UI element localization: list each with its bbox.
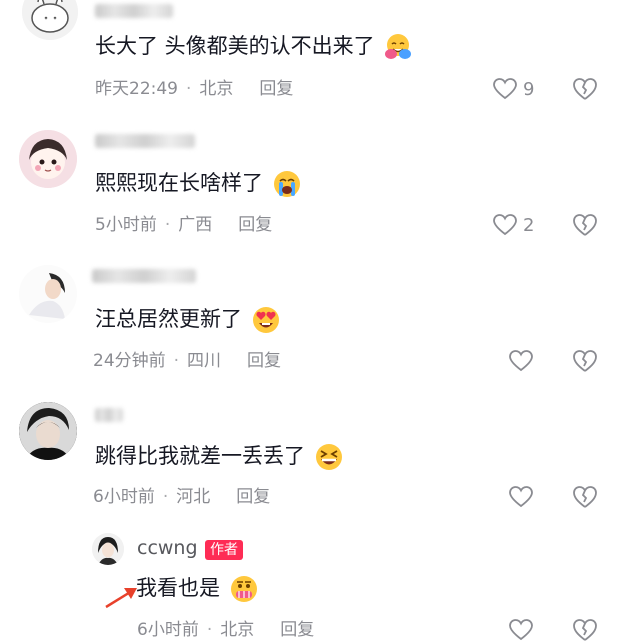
- broken-heart-icon[interactable]: [572, 77, 598, 101]
- heart-icon: [509, 619, 533, 641]
- grinning-squinting-face-emoji: [315, 444, 342, 470]
- author-reply: ccwng 作者 我看也是 6小时前 · 北京 回复: [0, 525, 627, 642]
- comment-item: 汪总居然更新了 24分钟前 · 四川 回复: [0, 255, 627, 390]
- separator-dot: ·: [173, 351, 180, 371]
- comment-time: 24分钟前: [93, 351, 166, 371]
- reply-button[interactable]: 回复: [236, 487, 270, 507]
- comment-location: 广西: [178, 215, 213, 235]
- loudly-crying-face-emoji: [273, 171, 300, 197]
- reply-button[interactable]: 回复: [280, 620, 314, 640]
- heart-eyes-face-emoji: [252, 307, 279, 333]
- reply-button[interactable]: 回复: [247, 351, 281, 371]
- comment-meta: 24分钟前 · 四川 回复: [93, 350, 281, 372]
- username-blurred[interactable]: [95, 134, 195, 148]
- like-button[interactable]: [509, 349, 539, 373]
- broken-heart-icon[interactable]: [572, 485, 598, 509]
- reply-text: 我看也是: [136, 574, 259, 604]
- broken-heart-icon[interactable]: [572, 349, 598, 373]
- comment-time: 6小时前: [93, 487, 155, 507]
- reply-location: 北京: [220, 620, 255, 640]
- broken-heart-icon[interactable]: [572, 618, 598, 642]
- separator-dot: ·: [164, 215, 171, 235]
- comment-time: 5小时前: [95, 215, 157, 235]
- like-count: 2: [523, 214, 535, 236]
- reply-time: 6小时前: [137, 620, 199, 640]
- avatar[interactable]: [19, 265, 77, 323]
- comment-text-content: 长大了 头像都美的认不出来了: [95, 34, 375, 58]
- comment-item: 跳得比我就差一丢丢了 6小时前 · 河北 回复: [0, 390, 627, 525]
- like-button[interactable]: 9: [493, 77, 534, 101]
- reply-meta: 6小时前 · 北京 回复: [137, 619, 314, 641]
- heart-icon: [509, 350, 533, 372]
- comment-meta: 6小时前 · 河北 回复: [93, 486, 270, 508]
- like-count: 9: [523, 78, 535, 100]
- comment-item: 熙熙现在长啥样了 5小时前 · 广西 回复 2: [0, 120, 627, 255]
- like-button[interactable]: [509, 485, 539, 509]
- comment-text: 跳得比我就差一丢丢了: [95, 442, 344, 472]
- author-username[interactable]: ccwng: [137, 537, 198, 559]
- hugging-face-emoji: [385, 34, 412, 59]
- comment-meta: 昨天22:49 · 北京 回复: [95, 78, 293, 100]
- separator-dot: ·: [206, 620, 213, 640]
- avatar[interactable]: [19, 402, 77, 460]
- heart-icon: [493, 214, 517, 236]
- comment-text: 汪总居然更新了: [95, 305, 281, 335]
- author-badge: 作者: [205, 540, 243, 560]
- reply-text-content: 我看也是: [136, 576, 220, 600]
- username-blurred[interactable]: [95, 408, 123, 422]
- separator-dot: ·: [186, 79, 192, 99]
- heart-icon: [493, 78, 517, 100]
- comment-location: 河北: [176, 487, 211, 507]
- comment-item: 长大了 头像都美的认不出来了 昨天22:49 · 北京 回复 9: [0, 0, 627, 120]
- comment-location: 北京: [199, 79, 234, 99]
- broken-heart-icon[interactable]: [572, 213, 598, 237]
- username-blurred[interactable]: [92, 269, 196, 283]
- comment-text: 熙熙现在长啥样了: [95, 169, 302, 199]
- avatar[interactable]: [22, 0, 78, 40]
- money-mouth-face-emoji: [230, 576, 257, 602]
- username-blurred[interactable]: [95, 4, 173, 18]
- avatar[interactable]: [19, 130, 77, 188]
- comment-text-content: 汪总居然更新了: [95, 307, 242, 331]
- comment-text: 长大了 头像都美的认不出来了: [95, 32, 413, 62]
- reply-button[interactable]: 回复: [259, 79, 293, 99]
- comment-location: 四川: [187, 351, 222, 371]
- comment-text-content: 跳得比我就差一丢丢了: [95, 444, 305, 468]
- like-button[interactable]: 2: [493, 213, 534, 237]
- like-button[interactable]: [509, 618, 533, 642]
- author-avatar[interactable]: [92, 533, 124, 565]
- separator-dot: ·: [162, 487, 169, 507]
- red-arrow-annotation: [105, 588, 137, 609]
- comment-meta: 5小时前 · 广西 回复: [95, 214, 272, 236]
- comment-text-content: 熙熙现在长啥样了: [95, 171, 263, 195]
- heart-icon: [509, 486, 533, 508]
- reply-button[interactable]: 回复: [238, 215, 272, 235]
- comment-time: 昨天22:49: [95, 79, 178, 99]
